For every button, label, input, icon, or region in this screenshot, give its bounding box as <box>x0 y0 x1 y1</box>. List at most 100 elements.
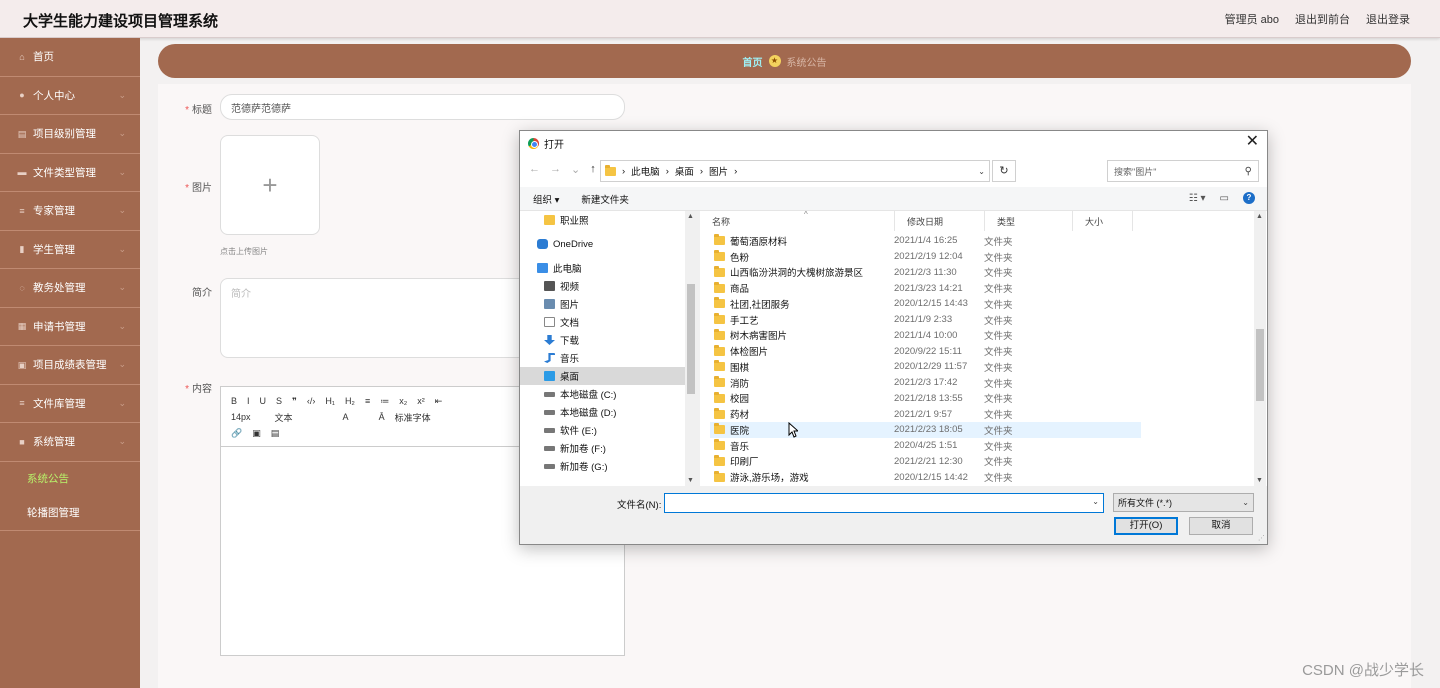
toolbar-button[interactable]: ≡ <box>365 396 370 406</box>
col-type[interactable]: 类型 <box>985 211 1073 231</box>
toolbar-button[interactable]: 标准字体 <box>395 411 431 424</box>
nav-tree-item[interactable]: 此电脑 <box>520 259 685 277</box>
file-row[interactable]: 药材 2021/2/1 9:57 文件夹 <box>710 406 1141 422</box>
file-row[interactable]: 游泳,游乐场，游戏 2020/12/15 14:42 文件夹 <box>710 469 1141 485</box>
toolbar-button[interactable]: S <box>276 396 282 406</box>
nav-tree-item[interactable]: 视频 <box>520 277 685 295</box>
up-arrow-icon[interactable]: ↑ <box>590 163 596 176</box>
nav-scroll-thumb[interactable] <box>687 284 695 394</box>
close-icon[interactable]: ✕ <box>1246 134 1259 150</box>
path-separator-icon[interactable]: › <box>700 166 703 177</box>
file-row[interactable]: 校园 2021/2/18 13:55 文件夹 <box>710 391 1141 407</box>
scroll-down-icon[interactable]: ▼ <box>687 477 694 484</box>
file-row[interactable]: 印刷厂 2021/2/21 12:30 文件夹 <box>710 454 1141 470</box>
nav-tree-item[interactable]: 本地磁盘 (D:) <box>520 403 685 421</box>
toolbar-button[interactable]: ▣ <box>252 428 261 439</box>
sidebar-item-9[interactable]: ≡ 文件库管理 ⌄ <box>0 385 140 423</box>
file-row[interactable]: 消防 2021/2/3 17:42 文件夹 <box>710 375 1141 391</box>
file-row[interactable]: 体检图片 2020/9/22 15:11 文件夹 <box>710 343 1141 359</box>
nav-tree-item[interactable]: 文档 <box>520 313 685 331</box>
sidebar-item-0[interactable]: ⌂ 首页 <box>0 38 140 77</box>
nav-tree-item[interactable]: 新加卷 (F:) <box>520 439 685 457</box>
path-segment[interactable]: 桌面 <box>675 164 694 178</box>
image-upload-button[interactable]: + <box>220 135 320 235</box>
resize-grip-icon[interactable]: ⋰ <box>1258 534 1265 542</box>
search-input[interactable]: 搜索"图片" ⚲ <box>1107 160 1259 182</box>
nav-tree-item[interactable]: 图片 <box>520 295 685 313</box>
path-separator-icon[interactable]: › <box>734 166 737 177</box>
admin-user-link[interactable]: 管理员 abo <box>1225 11 1279 27</box>
file-row[interactable]: 山西临汾洪洞的大槐树旅游景区 2021/2/3 11:30 文件夹 <box>710 265 1141 281</box>
recent-dropdown-icon[interactable]: ⌄ <box>571 163 580 176</box>
sidebar-item-8[interactable]: ▣ 项目成绩表管理 ⌄ <box>0 346 140 385</box>
sidebar-subitem-0[interactable]: 系统公告 <box>0 462 140 496</box>
breadcrumb-home[interactable]: 首页 <box>743 54 763 69</box>
scroll-up-icon[interactable]: ▲ <box>687 213 694 220</box>
chevron-down-icon[interactable]: ⌄ <box>978 167 985 176</box>
chevron-down-icon[interactable]: ⌄ <box>1092 497 1099 506</box>
organize-menu[interactable]: 组织 ▾ <box>533 192 559 206</box>
sidebar-item-5[interactable]: ▮ 学生管理 ⌄ <box>0 231 140 269</box>
forward-arrow-icon[interactable]: → <box>550 163 561 176</box>
logout-link[interactable]: 退出登录 <box>1366 11 1410 27</box>
nav-tree-item[interactable]: 新加卷 (G:) <box>520 457 685 475</box>
nav-tree-item[interactable]: 本地磁盘 (C:) <box>520 385 685 403</box>
toolbar-button[interactable]: H₂ <box>345 396 355 406</box>
toolbar-button[interactable]: ▤ <box>271 428 280 439</box>
file-row[interactable]: 色粉 2021/2/19 12:04 文件夹 <box>710 249 1141 265</box>
toolbar-button[interactable]: B <box>231 396 237 406</box>
sidebar-item-1[interactable]: ● 个人中心 ⌄ <box>0 77 140 115</box>
nav-tree-item[interactable]: 音乐 <box>520 349 685 367</box>
toolbar-button[interactable]: H₁ <box>325 396 335 406</box>
toolbar-button[interactable]: 14px <box>231 412 251 422</box>
address-bar[interactable]: › 此电脑 › 桌面 › 图片 › ⌄ <box>600 160 990 182</box>
file-row[interactable]: 社团,社团服务 2020/12/15 14:43 文件夹 <box>710 296 1141 312</box>
nav-tree-item[interactable]: 软件 (E:) <box>520 421 685 439</box>
file-scroll-thumb[interactable] <box>1256 329 1264 401</box>
back-to-frontend-link[interactable]: 退出到前台 <box>1295 11 1350 27</box>
toolbar-button[interactable]: A <box>343 412 349 422</box>
view-options-icon[interactable]: ☷ ▾ <box>1189 193 1206 204</box>
title-input[interactable]: 范德萨范德萨 <box>220 94 625 120</box>
toolbar-button[interactable]: x₂ <box>399 396 407 406</box>
cancel-button[interactable]: 取消 <box>1189 517 1253 535</box>
file-row[interactable]: 商品 2021/3/23 14:21 文件夹 <box>710 280 1141 296</box>
scroll-down-icon[interactable]: ▼ <box>1256 477 1263 484</box>
col-name[interactable]: 名称 <box>700 211 895 231</box>
file-row[interactable]: 手工艺 2021/1/9 2:33 文件夹 <box>710 312 1141 328</box>
file-row[interactable]: 围棋 2020/12/29 11:57 文件夹 <box>710 359 1141 375</box>
toolbar-button[interactable]: ≔ <box>380 396 389 407</box>
col-size[interactable]: 大小 <box>1073 211 1133 231</box>
file-type-filter[interactable]: 所有文件 (*.*) ⌄ <box>1113 493 1254 512</box>
nav-tree-item[interactable]: 职业照 <box>520 211 685 229</box>
toolbar-button[interactable]: ⇤ <box>435 396 443 407</box>
toolbar-button[interactable]: I <box>247 396 250 406</box>
toolbar-button[interactable]: 文本 <box>275 411 293 424</box>
file-row[interactable]: 医院 2021/2/23 18:05 文件夹 <box>710 422 1141 438</box>
nav-scrollbar[interactable]: ▲ ▼ <box>685 211 697 486</box>
toolbar-button[interactable]: x² <box>417 396 425 406</box>
sidebar-item-7[interactable]: ▦ 申请书管理 ⌄ <box>0 308 140 346</box>
sidebar-item-6[interactable]: ◌ 教务处管理 ⌄ <box>0 269 140 308</box>
path-separator-icon[interactable]: › <box>666 166 669 177</box>
nav-tree-item[interactable]: 桌面 <box>520 367 685 385</box>
toolbar-button[interactable]: Ā <box>379 412 385 422</box>
path-segment[interactable]: 此电脑 <box>631 164 660 178</box>
sidebar-subitem-1[interactable]: 轮播图管理 <box>0 496 140 530</box>
nav-tree-item[interactable]: OneDrive <box>520 235 685 253</box>
path-separator-icon[interactable]: › <box>622 166 625 177</box>
preview-pane-icon[interactable]: ▭ <box>1220 193 1229 204</box>
refresh-icon[interactable]: ↻ <box>992 160 1016 182</box>
toolbar-button[interactable]: ❞ <box>292 396 297 407</box>
sidebar-item-10[interactable]: ■ 系统管理 ⌄ <box>0 423 140 462</box>
open-button[interactable]: 打开(O) <box>1114 517 1178 535</box>
file-scrollbar[interactable]: ▲ ▼ <box>1254 211 1266 486</box>
path-segment[interactable]: 图片 <box>709 164 728 178</box>
toolbar-button[interactable]: U <box>260 396 267 406</box>
new-folder-button[interactable]: 新建文件夹 <box>581 192 629 206</box>
toolbar-button[interactable]: 🔗 <box>231 428 242 439</box>
sidebar-item-3[interactable]: ▬ 文件类型管理 ⌄ <box>0 154 140 192</box>
scroll-up-icon[interactable]: ▲ <box>1256 213 1263 220</box>
back-arrow-icon[interactable]: ← <box>529 163 540 176</box>
col-date[interactable]: 修改日期 <box>895 211 985 231</box>
